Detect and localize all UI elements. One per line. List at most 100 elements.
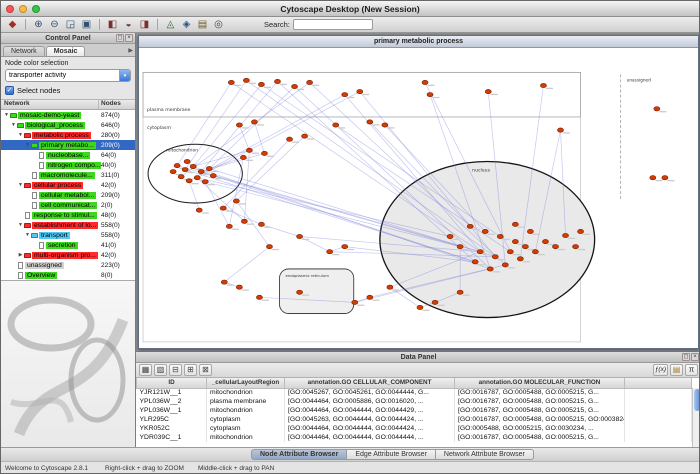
network-node[interactable]	[287, 137, 293, 141]
table-cell[interactable]: cytoplasm	[207, 424, 285, 433]
tree-expand-icon[interactable]: ▼	[24, 142, 31, 148]
network-node[interactable]	[432, 300, 438, 304]
table-row[interactable]: YLR295Ccytoplasm[GO:0045263, GO:0044444,…	[137, 415, 692, 424]
network-node[interactable]	[497, 234, 503, 238]
table-cell[interactable]: [GO:0044464, GO:0005886, GO:0016020, ...	[285, 397, 455, 406]
network-node[interactable]	[512, 222, 518, 226]
network-node[interactable]	[552, 245, 558, 249]
float-panel-icon[interactable]: ◻	[116, 34, 124, 42]
network-view-title[interactable]: primary metabolic process	[139, 36, 698, 48]
network-node[interactable]	[236, 285, 242, 289]
tree-row[interactable]: macromolecule...311(0)	[1, 170, 135, 180]
table-cell[interactable]: [GO:0005488, GO:0005215, GO:0030234, ...	[455, 424, 625, 433]
network-node[interactable]	[194, 176, 200, 180]
tree-expand-icon[interactable]: ▼	[10, 122, 17, 128]
network-node[interactable]	[226, 224, 232, 228]
network-node[interactable]	[492, 255, 498, 259]
table-cell[interactable]: [GO:0044464, GO:0044444, GO:0044444, ...	[285, 433, 455, 442]
zoom-out-icon[interactable]: ⊖	[47, 18, 62, 31]
network-node[interactable]	[387, 285, 393, 289]
network-node[interactable]	[297, 290, 303, 294]
tree-expand-icon[interactable]: ▶	[17, 252, 24, 258]
tree-expand-icon[interactable]: ▼	[17, 182, 24, 188]
table-cell[interactable]: [GO:0044464, GO:0044444, GO:0044429, ...	[285, 406, 455, 415]
network-node[interactable]	[327, 250, 333, 254]
network-node[interactable]	[184, 159, 190, 163]
table-cell[interactable]: YLR295C	[137, 415, 207, 424]
network-node[interactable]	[228, 80, 234, 84]
tree-row[interactable]: secretion41(0)	[1, 240, 135, 250]
network-node[interactable]	[220, 206, 226, 210]
tree-row[interactable]: cellular metabol...209(0)	[1, 190, 135, 200]
tree-row[interactable]: ▼biological_process646(0)	[1, 120, 135, 130]
trash-icon[interactable]: ⊠	[199, 364, 212, 376]
network-node[interactable]	[170, 170, 176, 174]
table-cell[interactable]: cytoplasm	[207, 415, 285, 424]
table-cell[interactable]: [GO:0044464, GO:0044444, GO:0044424, ...	[285, 424, 455, 433]
table-cell[interactable]: [GO:0016787, GO:0005488, GO:0005215, G..…	[455, 406, 625, 415]
network-node[interactable]	[417, 305, 423, 309]
table-cell[interactable]	[625, 388, 692, 397]
tree-row[interactable]: ▼primary metabo...209(0)	[1, 140, 135, 150]
tab-network[interactable]: Network	[3, 46, 45, 56]
table-row[interactable]: YPL036W__1mitochondrion[GO:0044464, GO:0…	[137, 406, 692, 415]
table-header-cell[interactable]: annotation.GO MOLECULAR_FUNCTION	[455, 378, 625, 388]
new-session-icon[interactable]: ◆	[5, 18, 20, 31]
network-edge[interactable]	[254, 122, 264, 153]
network-node[interactable]	[210, 174, 216, 178]
network-node[interactable]	[190, 164, 196, 168]
table-header-cell[interactable]	[625, 378, 692, 388]
vizmapper-icon[interactable]: ◈	[179, 18, 194, 31]
network-node[interactable]	[487, 267, 493, 271]
network-node[interactable]	[258, 82, 264, 86]
network-node[interactable]	[221, 280, 227, 284]
dock-east-icon[interactable]: ◨	[137, 18, 152, 31]
close-panel-icon[interactable]: ×	[691, 353, 699, 361]
table-cell[interactable]	[625, 406, 692, 415]
network-node[interactable]	[202, 180, 208, 184]
network-edge[interactable]	[224, 247, 269, 282]
network-node[interactable]	[178, 175, 184, 179]
dock-south-icon[interactable]: ◒	[121, 18, 136, 31]
tree-row[interactable]: unassigned223(0)	[1, 260, 135, 270]
table-row[interactable]: YJR121W__1mitochondrion[GO:0045267, GO:0…	[137, 388, 692, 397]
network-node[interactable]	[198, 170, 204, 174]
tab-network-attribute-browser[interactable]: Network Attribute Browser	[435, 449, 534, 460]
network-node[interactable]	[563, 233, 569, 237]
tab-overflow-icon[interactable]: ▶	[128, 47, 133, 54]
network-node[interactable]	[557, 128, 563, 132]
table-cell[interactable]: YPL036W__1	[137, 406, 207, 415]
network-node[interactable]	[527, 229, 533, 233]
table-cell[interactable]	[625, 415, 692, 424]
network-node[interactable]	[233, 199, 239, 203]
node-color-dropdown[interactable]: transporter activity ▼	[5, 69, 131, 82]
network-node[interactable]	[246, 148, 252, 152]
float-panel-icon[interactable]: ◻	[682, 353, 690, 361]
table-cell[interactable]: [GO:0045267, GO:0045261, GO:0044444, G..…	[285, 388, 455, 397]
table-cell[interactable]: [GO:0016787, GO:0005488, GO:0005215, G..…	[455, 388, 625, 397]
network-node[interactable]	[542, 239, 548, 243]
network-node[interactable]	[422, 80, 428, 84]
table-cell[interactable]: [GO:0016787, GO:0005488, GO:0005215, GO:…	[455, 415, 625, 424]
network-node[interactable]	[302, 134, 308, 138]
network-node[interactable]	[517, 257, 523, 261]
table-cell[interactable]: YPL036W__2	[137, 397, 207, 406]
network-node[interactable]	[251, 120, 257, 124]
close-panel-icon[interactable]: ×	[125, 34, 133, 42]
network-node[interactable]	[292, 84, 298, 88]
tab-mosaic[interactable]: Mosaic	[46, 46, 86, 56]
network-node[interactable]	[427, 92, 433, 96]
network-canvas[interactable]: plasma membranecytoplasmmitochondrionnuc…	[139, 48, 698, 348]
table-cell[interactable]	[625, 424, 692, 433]
network-node[interactable]	[243, 78, 249, 82]
tree-row[interactable]: nucleobase...64(0)	[1, 150, 135, 160]
network-node[interactable]	[357, 89, 363, 93]
network-overlay-icon[interactable]: ◬	[163, 18, 178, 31]
table-header-cell[interactable]: annotation.GO CELLULAR_COMPONENT	[285, 378, 455, 388]
network-view-frame[interactable]: primary metabolic process plasma membran…	[138, 35, 699, 349]
table-row[interactable]: YDR039C__1mitochondrion[GO:0044464, GO:0…	[137, 433, 692, 442]
network-node[interactable]	[540, 83, 546, 87]
scrollbar-thumb[interactable]	[694, 389, 700, 411]
table-cell[interactable]: YDR039C__1	[137, 433, 207, 442]
network-node[interactable]	[573, 245, 579, 249]
